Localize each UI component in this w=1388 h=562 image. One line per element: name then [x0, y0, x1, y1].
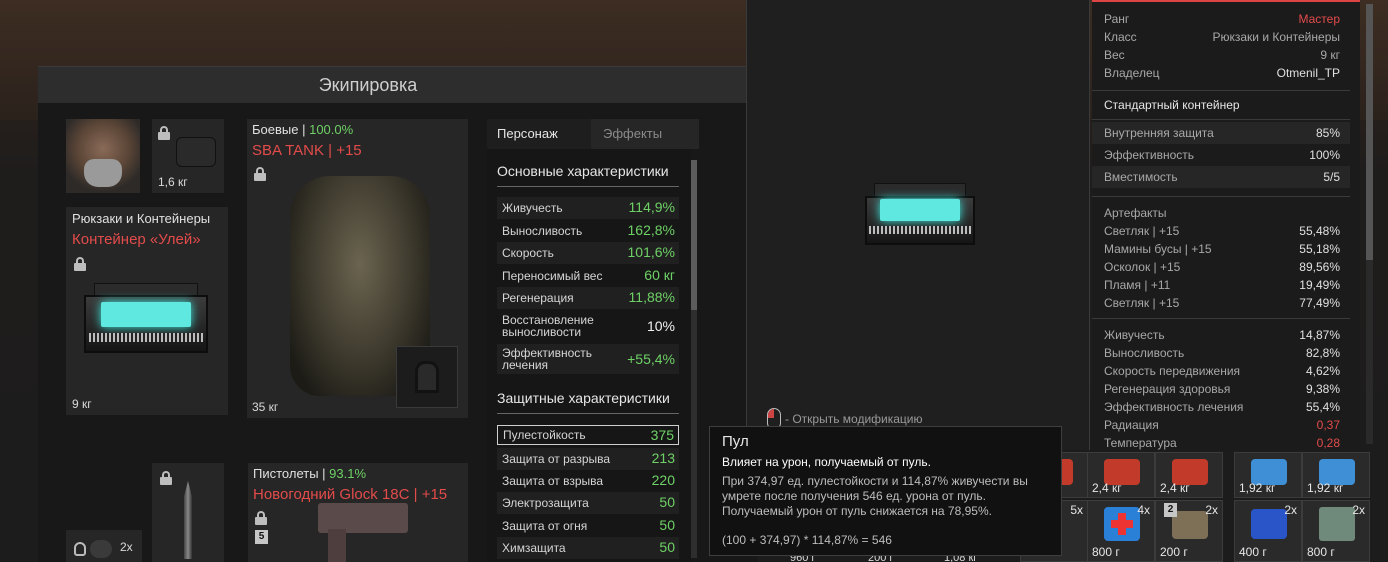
- stat-row: Выносливость 162,8%: [502, 222, 675, 238]
- pistol-badge: 5: [255, 530, 268, 544]
- lock-icon: [74, 257, 86, 271]
- grenade-count: 2x: [120, 540, 133, 554]
- helmet-weight: 1,6 кг: [158, 175, 188, 189]
- stats-panel: Основные характеристики Живучесть 114,9% …: [487, 149, 691, 562]
- main-stats-title: Основные характеристики: [497, 163, 669, 179]
- tooltip-formula: (100 + 374,97) * 114,87% = 546: [722, 533, 892, 547]
- stat-row: Переносимый вес 60 кг: [502, 267, 675, 283]
- scroll-thumb[interactable]: [691, 160, 697, 310]
- character-portrait[interactable]: [66, 119, 140, 193]
- armor-name: SBA TANK | +15: [252, 142, 362, 159]
- armor-category: Боевые: [252, 122, 299, 137]
- pistol-category-line: Пистолеты | 93.1%: [253, 466, 367, 481]
- container-hive-icon: [84, 277, 208, 373]
- glock-grip: [328, 529, 346, 562]
- divider: [1092, 119, 1350, 120]
- inventory-cell[interactable]: 1,92 кг: [1234, 452, 1302, 498]
- lock-icon: [255, 511, 267, 525]
- backpack-slot[interactable]: Рюкзаки и Контейнеры Контейнер «Улей» 9 …: [66, 207, 228, 415]
- tab-effects[interactable]: Эффекты: [591, 119, 699, 149]
- inventory-cell-can[interactable]: 2x 800 г: [1302, 500, 1370, 562]
- lock-icon: [160, 471, 172, 485]
- stat-row: Защита от огня 50: [502, 517, 675, 533]
- stat-row: Электрозащита 50: [497, 492, 679, 514]
- protect-stats-title: Защитные характеристики: [497, 390, 670, 406]
- divider: [1092, 318, 1350, 319]
- backpack-name: Контейнер «Улей»: [72, 231, 201, 248]
- knife-icon: [184, 481, 192, 559]
- inventory-cell-bandage[interactable]: 2 2x 200 г: [1155, 500, 1223, 562]
- stat-row: Защита от разрыва 213: [497, 448, 679, 470]
- game-screen: Экипировка 1,6 кг Рюкзаки и Контейнеры К…: [0, 0, 1388, 562]
- backpack-category: Рюкзаки и Контейнеры: [72, 211, 211, 226]
- stat-row: Живучесть 114,9%: [497, 197, 679, 219]
- helmet-silhouette-icon: [415, 361, 439, 393]
- pistol-slot[interactable]: Пистолеты | 93.1% Новогодний Glock 18C |…: [248, 463, 468, 562]
- divider: [497, 413, 679, 414]
- stats-tabs: Персонаж Эффекты: [487, 119, 699, 149]
- pistol-category: Пистолеты: [253, 466, 319, 481]
- armor-category-line: Боевые | 100.0%: [252, 122, 354, 137]
- inventory-cell[interactable]: 1,92 кг: [1302, 452, 1370, 498]
- pistol-durability: 93.1%: [329, 466, 367, 481]
- lock-icon: [158, 126, 170, 140]
- stat-row-bullet-resist[interactable]: Пулестойкость 375: [497, 425, 679, 445]
- armor-durability: 100.0%: [309, 122, 354, 137]
- gas-mask-icon: [84, 159, 122, 187]
- tooltip-subtitle: Влияет на урон, получаемый от пуль.: [722, 455, 931, 469]
- inventory-cell-medkit[interactable]: 4x 800 г: [1087, 500, 1155, 562]
- shield-icon: [74, 542, 86, 556]
- tooltip-body: При 374,97 ед. пулестойкости и 114,87% ж…: [722, 474, 1028, 518]
- item-details-panel: Ранг Мастер Класс Рюкзаки и Контейнеры Вес…: [1092, 0, 1360, 450]
- lock-icon: [254, 167, 266, 181]
- backpack-weight: 9 кг: [72, 397, 92, 411]
- grenade-icon: [90, 540, 112, 558]
- knife-slot[interactable]: [152, 463, 224, 562]
- tooltip-title: Пул: [722, 433, 749, 450]
- bullet-resist-tooltip: Пул Влияет на урон, получаемый от пуль. …: [709, 426, 1062, 556]
- helmet-slot[interactable]: 1,6 кг: [152, 119, 224, 193]
- inventory-cell-vial[interactable]: 2x 400 г: [1234, 500, 1302, 562]
- divider: [1092, 90, 1350, 91]
- equipment-header: Экипировка: [38, 67, 758, 103]
- container-hive-preview-icon: [865, 178, 975, 260]
- armor-helmet-slot[interactable]: [396, 346, 458, 408]
- stats-scrollbar[interactable]: [691, 160, 697, 558]
- inventory-cell[interactable]: 2,4 кг: [1087, 452, 1155, 498]
- inventory-cell[interactable]: 2,4 кг: [1155, 452, 1223, 498]
- tab-character[interactable]: Персонаж: [487, 119, 591, 149]
- divider: [497, 186, 679, 187]
- night-vision-icon: [176, 137, 216, 167]
- open-mod-hint: - Открыть модификацию: [785, 412, 923, 426]
- equipment-title: Экипировка: [318, 75, 418, 95]
- stat-row: Регенерация 11,88%: [497, 287, 679, 309]
- stat-row: Скорость 101,6%: [497, 242, 679, 264]
- pistol-name: Новогодний Glock 18C | +15: [253, 486, 448, 503]
- stat-row: Восстановление выносливости 10%: [502, 313, 675, 339]
- stat-row: Химзащита 50: [497, 537, 679, 559]
- grenade-slot[interactable]: 2x: [66, 530, 142, 562]
- details-scroll-thumb[interactable]: [1366, 4, 1373, 260]
- stat-row: Эффективность лечения +55,4%: [497, 344, 679, 374]
- divider: [1092, 196, 1350, 197]
- item-preview-panel: [746, 0, 1090, 450]
- armor-weight: 35 кг: [252, 400, 279, 414]
- stat-row: Защита от взрыва 220: [502, 472, 675, 488]
